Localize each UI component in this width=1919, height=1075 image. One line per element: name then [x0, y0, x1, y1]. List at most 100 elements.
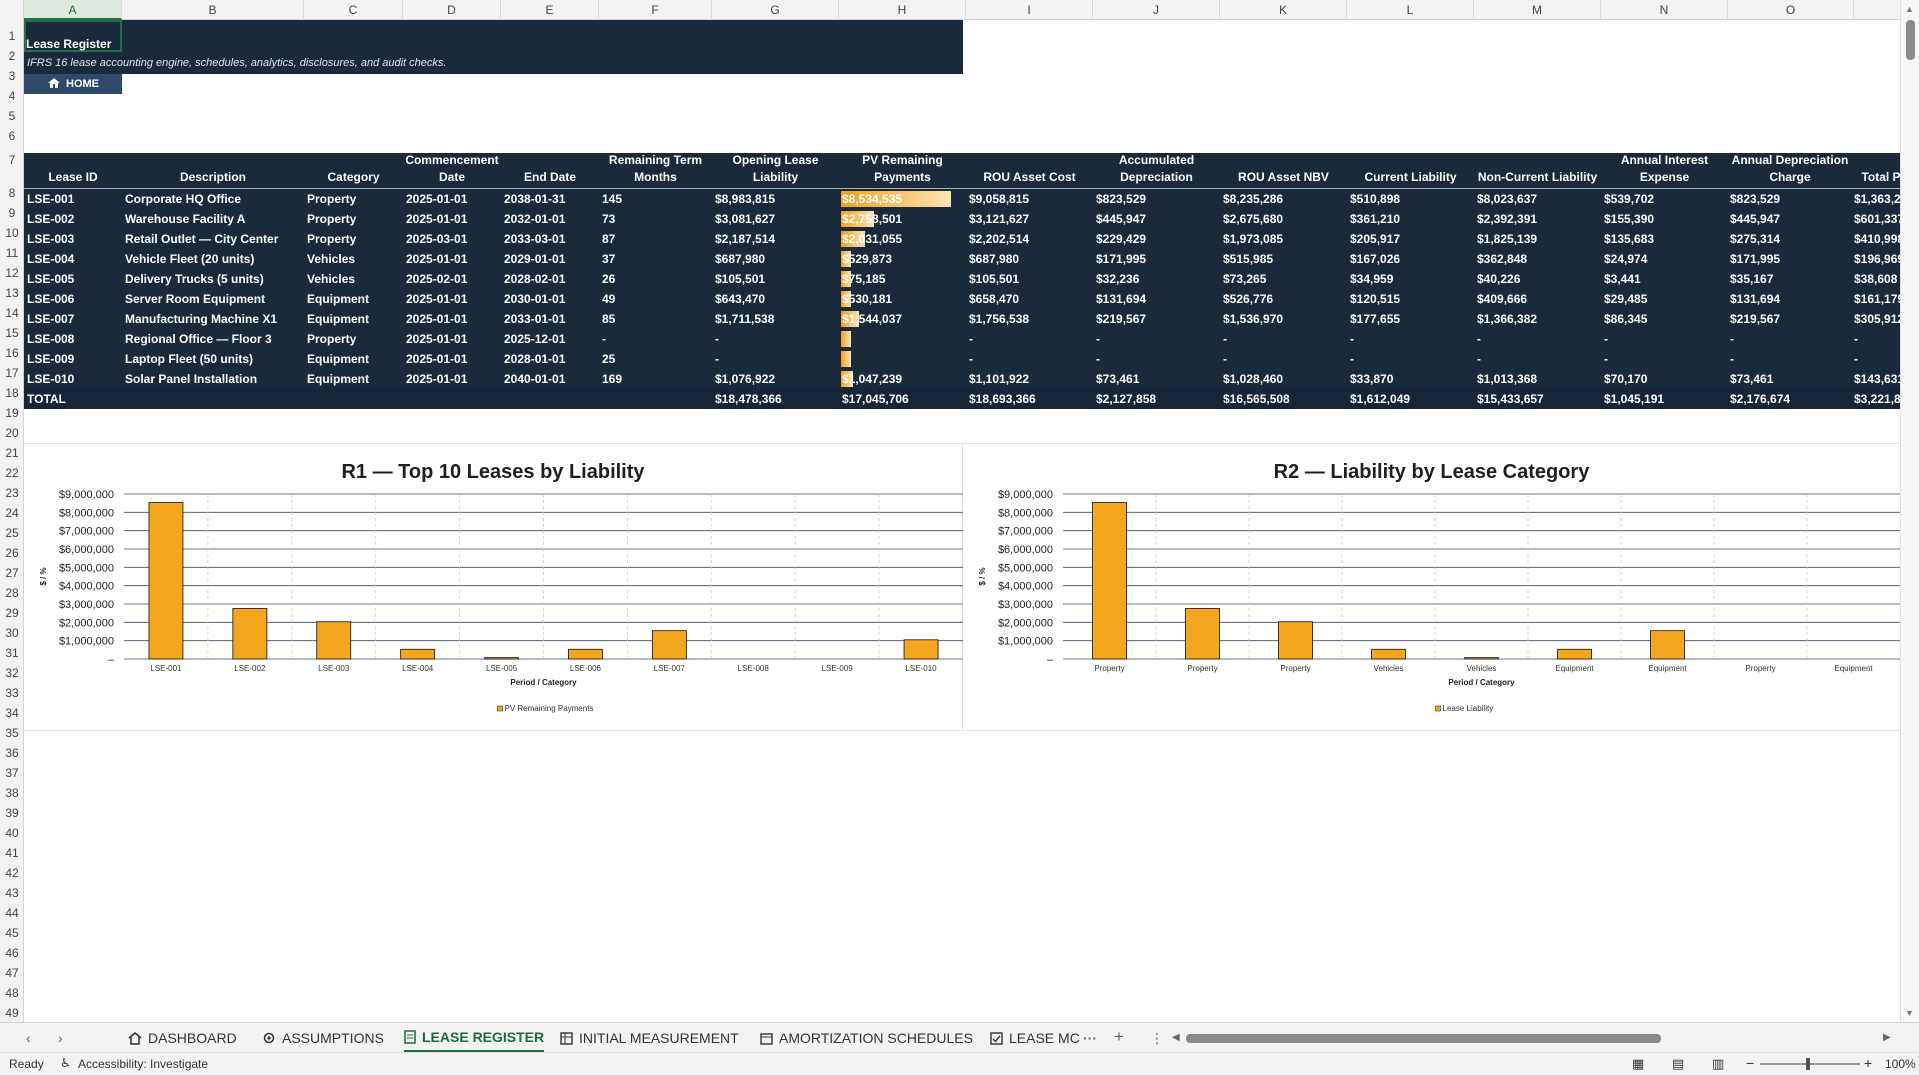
row-header-4[interactable]: 4	[0, 89, 24, 103]
table-row[interactable]: LSE-005 Delivery Trucks (5 units) Vehicles…	[24, 269, 1900, 289]
total-cell[interactable]: $18,478,366	[712, 389, 839, 409]
table-cell[interactable]: -	[966, 349, 1093, 369]
table-cell[interactable]: 2033-03-01	[501, 229, 599, 249]
hscroll-left-icon[interactable]: ◀	[1172, 1032, 1180, 1043]
table-cell[interactable]: 73	[599, 209, 712, 229]
table-cell[interactable]: Solar Panel Installation	[122, 369, 304, 389]
table-cell[interactable]: $445,947	[1727, 209, 1853, 229]
table-cell[interactable]: $9,058,815	[966, 189, 1093, 209]
table-cell[interactable]: Vehicles	[304, 269, 403, 289]
table-cell[interactable]: 26	[599, 269, 712, 289]
column-header-a[interactable]: A	[24, 0, 122, 20]
table-cell[interactable]: -	[1601, 329, 1728, 349]
table-cell[interactable]: $171,995	[1727, 249, 1853, 269]
table-cell[interactable]: $33,870	[1347, 369, 1474, 389]
table-cell[interactable]: $410,998	[1851, 229, 1900, 249]
row-header-27[interactable]: 27	[0, 566, 24, 580]
column-header-k[interactable]: K	[1220, 0, 1347, 20]
table-cell[interactable]: LSE-002	[24, 209, 122, 229]
table-cell[interactable]: -	[1220, 349, 1347, 369]
row-header-16[interactable]: 16	[0, 346, 24, 360]
table-cell[interactable]: LSE-010	[24, 369, 122, 389]
table-cell[interactable]: Property	[304, 189, 403, 209]
table-cell[interactable]: $86,345	[1601, 309, 1728, 329]
table-row[interactable]: LSE-004 Vehicle Fleet (20 units) Vehicles 2…	[24, 249, 1900, 269]
row-header-24[interactable]: 24	[0, 506, 24, 520]
row-header-12[interactable]: 12	[0, 266, 24, 280]
vertical-scroll-thumb[interactable]	[1906, 20, 1915, 60]
table-cell[interactable]: -	[966, 329, 1093, 349]
table-cell[interactable]: $171,995	[1093, 249, 1220, 269]
total-cell[interactable]: $15,433,657	[1474, 389, 1601, 409]
total-row[interactable]: TOTAL $18,478,366 $17,045,706 $18,693,366 $2…	[24, 389, 1900, 409]
table-cell[interactable]: Property	[304, 329, 403, 349]
row-header-49[interactable]: 49	[0, 1006, 24, 1020]
table-cell[interactable]: $73,461	[1727, 369, 1853, 389]
column-header-f[interactable]: F	[599, 0, 712, 20]
table-cell[interactable]: -	[1093, 349, 1220, 369]
table-cell[interactable]: Retail Outlet — City Center	[122, 229, 304, 249]
table-cell[interactable]: $445,947	[1093, 209, 1220, 229]
table-cell[interactable]: $40,226	[1474, 269, 1601, 289]
table-cell[interactable]: $196,969	[1851, 249, 1900, 269]
tab-assumptions[interactable]: ASSUMPTIONS	[262, 1023, 384, 1053]
table-cell[interactable]: $687,980	[966, 249, 1093, 269]
total-cell[interactable]: $16,565,508	[1220, 389, 1347, 409]
table-cell[interactable]: LSE-006	[24, 289, 122, 309]
add-sheet-icon[interactable]: +	[1114, 1027, 1124, 1047]
row-header-5[interactable]: 5	[0, 109, 24, 123]
column-header-c[interactable]: C	[304, 0, 403, 20]
total-cell[interactable]	[403, 389, 501, 409]
row-header-48[interactable]: 48	[0, 986, 24, 1000]
row-header-47[interactable]: 47	[0, 966, 24, 980]
table-cell[interactable]: $601,337	[1851, 209, 1900, 229]
row-header-18[interactable]: 18	[0, 386, 24, 400]
column-header-e[interactable]: E	[501, 0, 599, 20]
table-cell[interactable]: LSE-001	[24, 189, 122, 209]
row-header-19[interactable]: 19	[0, 406, 24, 420]
table-cell[interactable]: $823,529	[1727, 189, 1853, 209]
row-header-35[interactable]: 35	[0, 726, 24, 740]
row-header-39[interactable]: 39	[0, 806, 24, 820]
table-cell[interactable]: -	[1727, 329, 1853, 349]
row-header-14[interactable]: 14	[0, 306, 24, 320]
row-header-9[interactable]: 9	[0, 206, 24, 220]
row-header-10[interactable]: 10	[0, 226, 24, 240]
row-header-42[interactable]: 42	[0, 866, 24, 880]
row-header-22[interactable]: 22	[0, 466, 24, 480]
table-cell[interactable]: 145	[599, 189, 712, 209]
table-row[interactable]: LSE-008 Regional Office — Floor 3 Property…	[24, 329, 1900, 349]
table-cell[interactable]: $161,179	[1851, 289, 1900, 309]
table-cell[interactable]: 2028-01-01	[501, 349, 599, 369]
table-cell[interactable]: 2025-01-01	[403, 289, 501, 309]
table-cell[interactable]: $131,694	[1093, 289, 1220, 309]
table-cell[interactable]: $3,441	[1601, 269, 1728, 289]
table-cell[interactable]: Laptop Fleet (50 units)	[122, 349, 304, 369]
column-header-j[interactable]: J	[1093, 0, 1220, 20]
table-cell[interactable]: $2,031,055	[839, 229, 966, 249]
column-header-n[interactable]: N	[1601, 0, 1728, 20]
table-cell[interactable]: $362,848	[1474, 249, 1601, 269]
horizontal-scroll-thumb[interactable]	[1186, 1034, 1661, 1043]
normal-view-icon[interactable]: ▦	[1632, 1056, 1644, 1072]
table-row[interactable]: LSE-009 Laptop Fleet (50 units) Equipment 2…	[24, 349, 1900, 369]
total-cell[interactable]: $2,127,858	[1093, 389, 1220, 409]
table-cell[interactable]: $1,366,382	[1474, 309, 1601, 329]
row-header-40[interactable]: 40	[0, 826, 24, 840]
total-cell[interactable]	[304, 389, 403, 409]
table-cell[interactable]: $75,185	[839, 269, 966, 289]
table-cell[interactable]: $1,544,037	[839, 309, 966, 329]
row-header-45[interactable]: 45	[0, 926, 24, 940]
table-cell[interactable]: -	[1474, 329, 1601, 349]
table-row[interactable]: LSE-003 Retail Outlet — City Center Proper…	[24, 229, 1900, 249]
table-cell[interactable]: $409,666	[1474, 289, 1601, 309]
row-header-30[interactable]: 30	[0, 626, 24, 640]
table-cell[interactable]: -	[1601, 349, 1728, 369]
row-header-15[interactable]: 15	[0, 326, 24, 340]
table-cell[interactable]: $1,076,922	[712, 369, 839, 389]
table-cell[interactable]: -	[1093, 329, 1220, 349]
table-cell[interactable]: $167,026	[1347, 249, 1474, 269]
row-header-46[interactable]: 46	[0, 946, 24, 960]
table-cell[interactable]: Delivery Trucks (5 units)	[122, 269, 304, 289]
hscroll-right-icon[interactable]: ▶	[1883, 1032, 1891, 1043]
